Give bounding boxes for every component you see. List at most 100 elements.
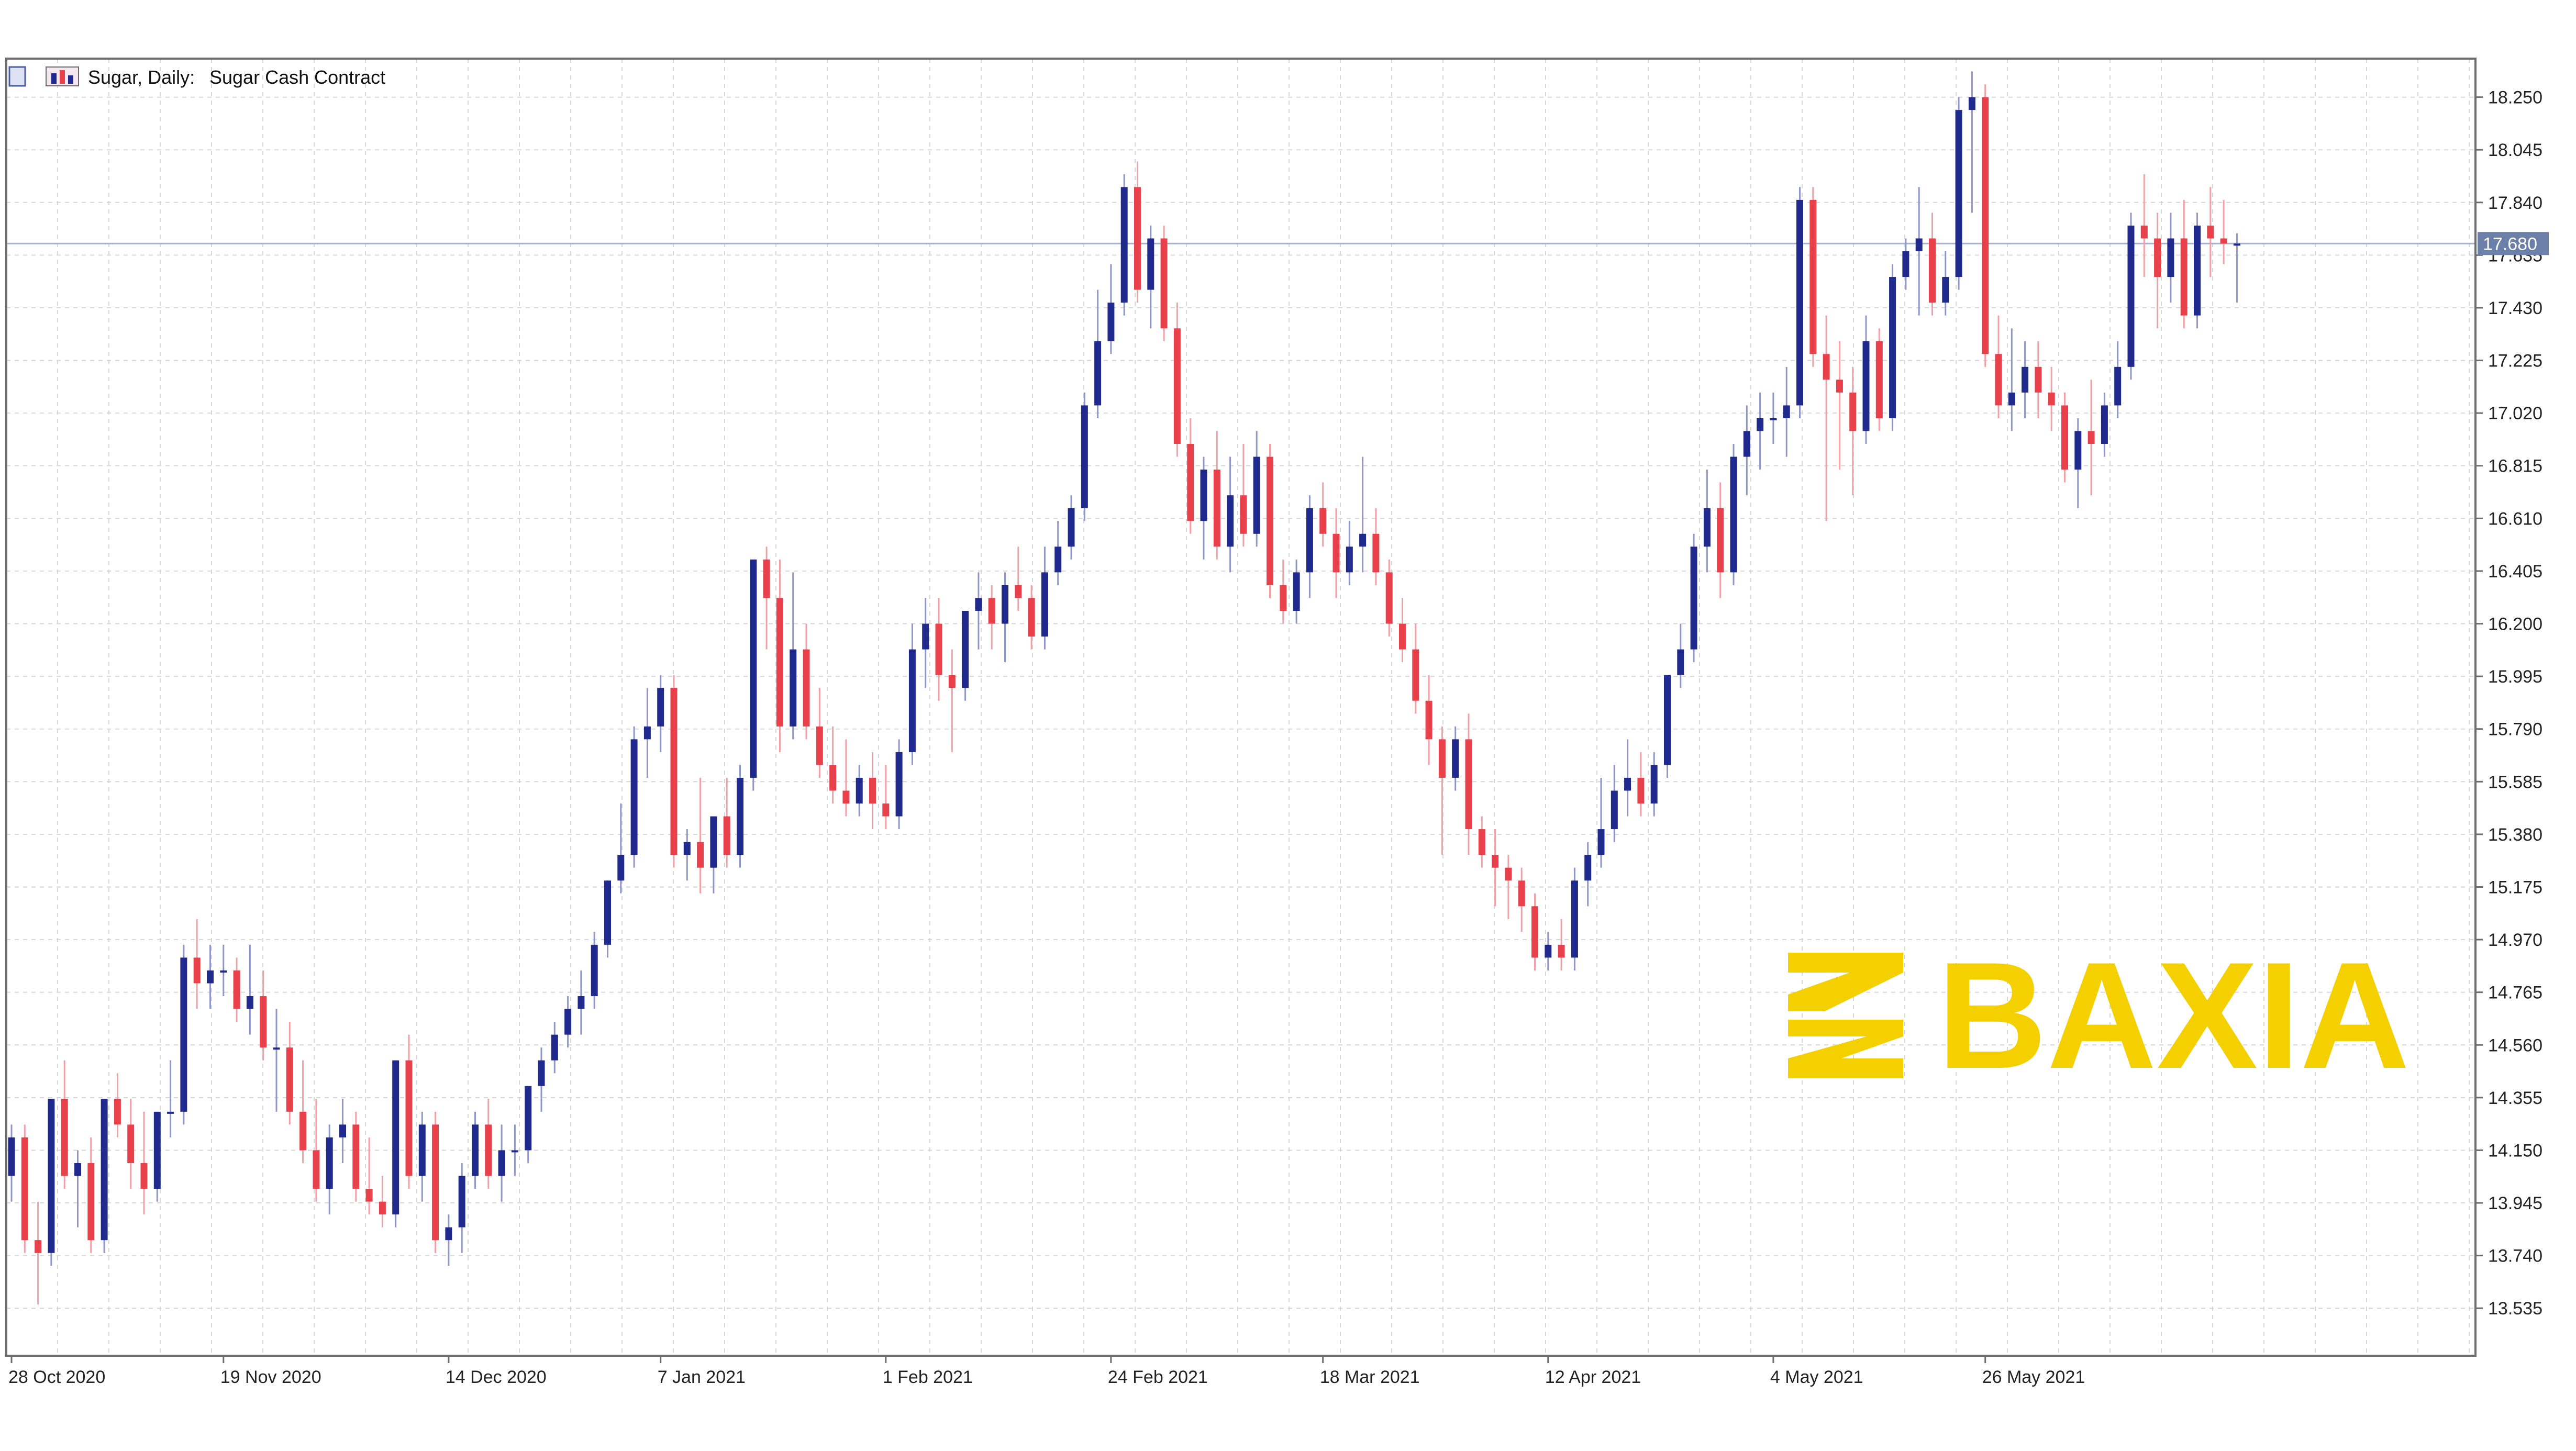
candle[interactable] bbox=[1267, 444, 1273, 598]
price-tick-label: 15.585 bbox=[2488, 772, 2542, 792]
candle-body bbox=[1902, 251, 1909, 277]
candle[interactable] bbox=[630, 726, 638, 868]
candle[interactable] bbox=[392, 1060, 399, 1227]
candle-body bbox=[643, 726, 651, 740]
current-price-tag-label: 17.680 bbox=[2483, 234, 2537, 254]
candle[interactable] bbox=[180, 944, 187, 1125]
candle-body bbox=[829, 765, 837, 791]
candle-body bbox=[220, 970, 227, 973]
candle-body bbox=[273, 1047, 280, 1050]
candle[interactable] bbox=[2061, 392, 2068, 483]
candle[interactable] bbox=[1664, 675, 1671, 778]
candle[interactable] bbox=[737, 765, 743, 868]
candle-body bbox=[1730, 456, 1737, 573]
price-tick-label: 14.150 bbox=[2488, 1141, 2542, 1160]
chart-window-icon[interactable] bbox=[8, 66, 26, 87]
date-tick-label: 19 Nov 2020 bbox=[220, 1367, 321, 1387]
candle[interactable] bbox=[1809, 187, 1817, 367]
candle[interactable] bbox=[48, 1099, 55, 1266]
candle[interactable] bbox=[1730, 444, 1737, 585]
candle-body bbox=[882, 803, 890, 817]
price-tick-label: 18.250 bbox=[2488, 88, 2542, 108]
candle-body bbox=[525, 1086, 532, 1151]
candle-body bbox=[74, 1163, 81, 1176]
candle[interactable] bbox=[1120, 174, 1128, 316]
candle-body bbox=[962, 610, 969, 688]
candle[interactable] bbox=[352, 1111, 360, 1202]
candle[interactable] bbox=[1571, 867, 1578, 970]
candle-body bbox=[127, 1124, 135, 1163]
candle[interactable] bbox=[2194, 213, 2201, 329]
candle-body bbox=[1942, 277, 1949, 303]
candle-body bbox=[2154, 238, 2161, 277]
candle-body bbox=[2088, 431, 2095, 444]
candle-body bbox=[1968, 97, 1975, 110]
candle-body bbox=[1505, 867, 1512, 881]
candle-body bbox=[1823, 354, 1830, 380]
candle[interactable] bbox=[1796, 187, 1803, 418]
candle-body bbox=[2207, 225, 2214, 239]
candle[interactable] bbox=[1160, 225, 1168, 341]
candle-body bbox=[2180, 238, 2188, 316]
candle-body bbox=[1412, 649, 1419, 701]
candle[interactable] bbox=[1875, 328, 1883, 431]
candle-body bbox=[710, 816, 717, 868]
price-tick-label: 13.535 bbox=[2488, 1299, 2542, 1319]
candle-body bbox=[2140, 225, 2148, 239]
candle[interactable] bbox=[670, 675, 678, 868]
candle-body bbox=[1796, 199, 1803, 406]
candle[interactable] bbox=[21, 1124, 28, 1253]
candle-body bbox=[697, 842, 704, 868]
candle[interactable] bbox=[1081, 392, 1088, 521]
price-tick-label: 17.225 bbox=[2488, 351, 2542, 371]
candle-body bbox=[1703, 508, 1711, 547]
price-tick-label: 16.405 bbox=[2488, 562, 2542, 582]
price-tick-label: 18.045 bbox=[2488, 140, 2542, 160]
candle-body bbox=[1267, 456, 1273, 585]
candle-body bbox=[564, 1009, 572, 1035]
candle[interactable] bbox=[1982, 84, 1989, 367]
date-tick-label: 24 Feb 2021 bbox=[1108, 1367, 1208, 1387]
candle[interactable] bbox=[962, 610, 969, 701]
candle[interactable] bbox=[895, 739, 903, 830]
price-tick-label: 15.790 bbox=[2488, 720, 2542, 740]
plot-area[interactable] bbox=[6, 59, 2475, 1356]
candle-body bbox=[1690, 546, 1697, 650]
candle[interactable] bbox=[153, 1111, 161, 1202]
candle[interactable] bbox=[1955, 97, 1962, 290]
candle-body bbox=[1875, 341, 1883, 418]
candle-body bbox=[1134, 187, 1141, 290]
candle-body bbox=[1425, 700, 1433, 740]
candle[interactable] bbox=[1690, 533, 1697, 663]
date-tick-label: 1 Feb 2021 bbox=[883, 1367, 973, 1387]
date-tick-label: 18 Mar 2021 bbox=[1320, 1367, 1420, 1387]
candle-body bbox=[180, 957, 187, 1112]
candle-body bbox=[432, 1124, 439, 1241]
candle-body bbox=[1319, 508, 1327, 534]
date-tick-label: 28 Oct 2020 bbox=[8, 1367, 105, 1387]
candle-body bbox=[790, 649, 797, 727]
candle[interactable] bbox=[432, 1111, 439, 1253]
candle-body bbox=[1147, 238, 1154, 290]
candle-body bbox=[1173, 328, 1181, 444]
candle-body bbox=[2127, 225, 2135, 367]
candle-body bbox=[1982, 97, 1989, 354]
date-tick-label: 7 Jan 2021 bbox=[658, 1367, 746, 1387]
candle-body bbox=[392, 1060, 399, 1215]
candle-body bbox=[922, 623, 929, 650]
candle-body bbox=[1836, 380, 1843, 393]
candle[interactable] bbox=[101, 1099, 108, 1253]
candle-body bbox=[1385, 572, 1393, 624]
candle-body bbox=[1717, 508, 1724, 573]
candle-body bbox=[286, 1047, 293, 1112]
candle[interactable] bbox=[750, 559, 757, 791]
candle[interactable] bbox=[1889, 264, 1896, 431]
candle-body bbox=[1518, 880, 1525, 907]
bar-chart-icon[interactable] bbox=[46, 66, 79, 86]
candle[interactable] bbox=[2127, 213, 2135, 380]
candle-body bbox=[1531, 906, 1538, 958]
candle-body bbox=[1293, 572, 1300, 611]
candle-body bbox=[1160, 238, 1168, 329]
candle-body bbox=[405, 1060, 413, 1176]
candle-body bbox=[723, 816, 730, 855]
